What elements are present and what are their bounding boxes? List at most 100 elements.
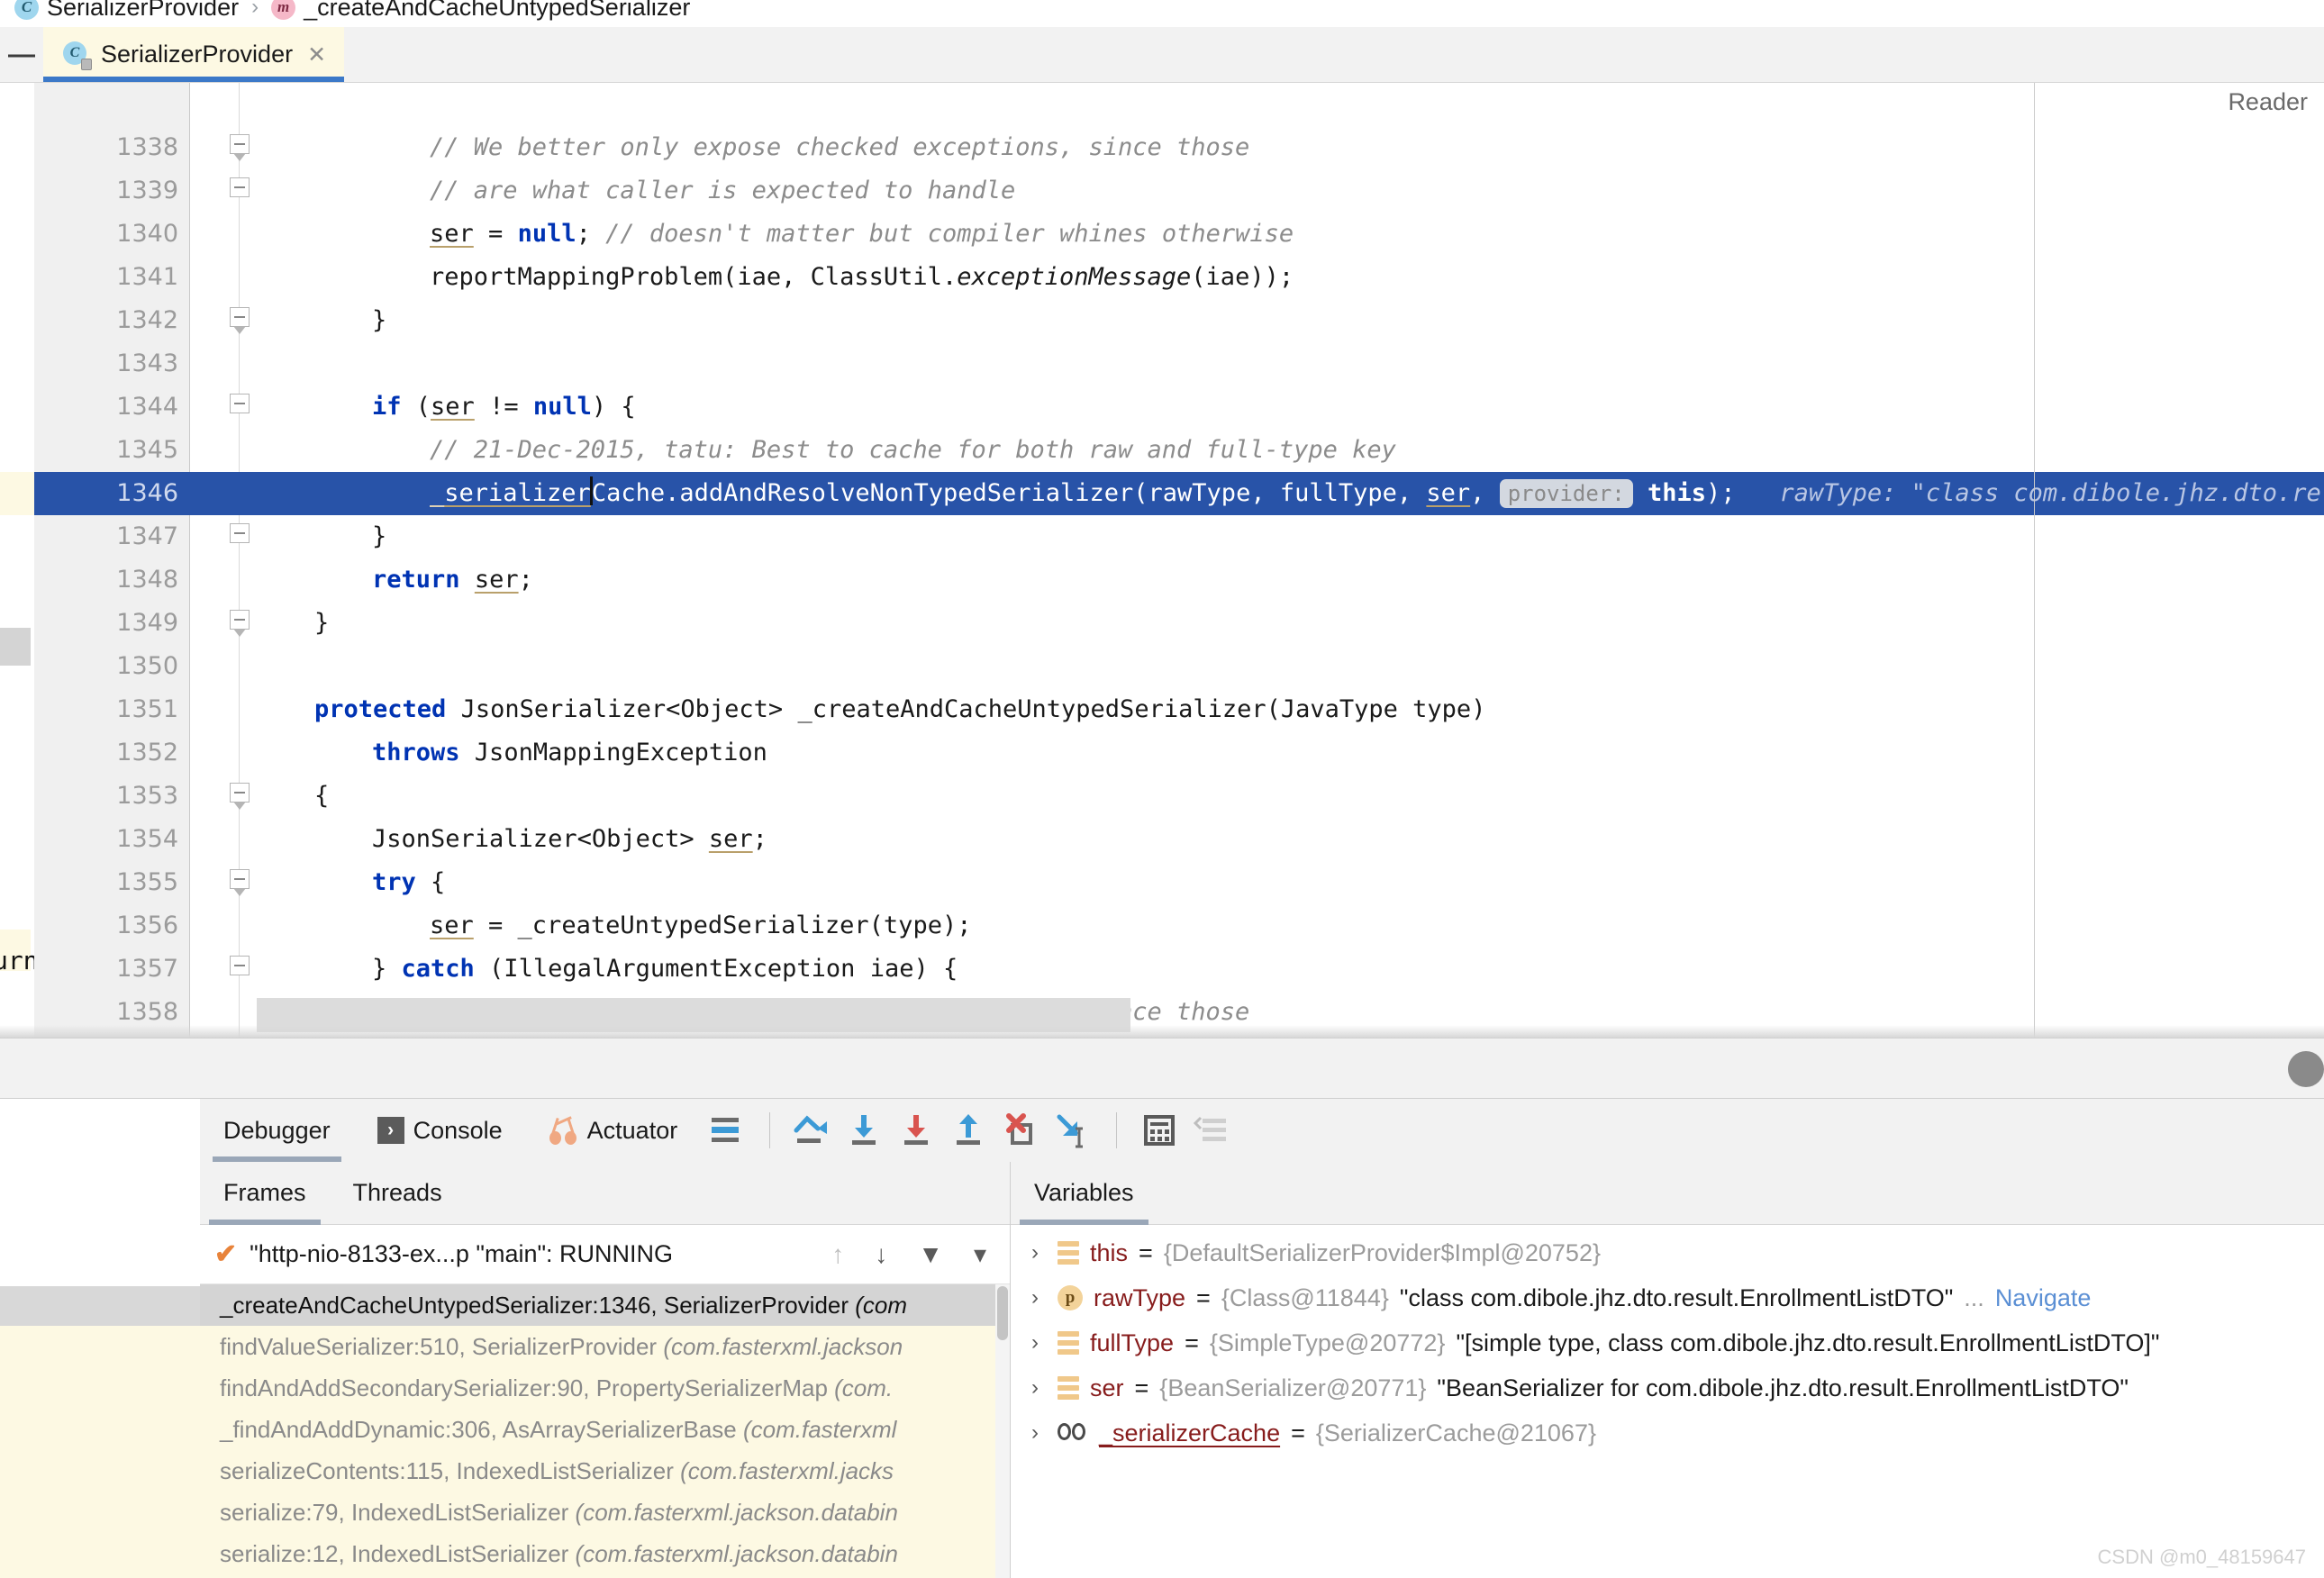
- field-icon: [1058, 1241, 1079, 1265]
- code-fold-icon[interactable]: [230, 610, 251, 637]
- frame-row-selected[interactable]: _createAndCacheUntypedSerializer:1346, S…: [200, 1284, 1010, 1326]
- code-line[interactable]: 1338// We better only expose checked exc…: [0, 126, 2324, 169]
- code-token: ) {: [592, 393, 636, 421]
- drop-frame-icon[interactable]: [995, 1104, 1048, 1156]
- code-line[interactable]: 1343: [0, 342, 2324, 385]
- clipped-chip-yellow: [0, 1326, 200, 1578]
- frame-row[interactable]: findValueSerializer:510, SerializerProvi…: [200, 1326, 1010, 1367]
- code-token: catch: [402, 955, 475, 983]
- code-line[interactable]: 1348return ser;: [0, 558, 2324, 602]
- code-line[interactable]: 1352throws JsonMappingException: [0, 731, 2324, 775]
- code-token: (: [402, 393, 431, 421]
- frame-method: _createAndCacheUntypedSerializer:1346, S…: [220, 1292, 855, 1319]
- class-icon: C: [63, 41, 90, 68]
- variable-ellipsis: ...: [1964, 1284, 1984, 1312]
- reader-mode-label[interactable]: Reader: [2228, 88, 2308, 116]
- frame-row[interactable]: _findAndAddDynamic:306, AsArraySerialize…: [200, 1409, 1010, 1450]
- frame-row[interactable]: serialize:12, IndexedListSerializer (com…: [200, 1533, 1010, 1574]
- variable-row[interactable]: ›fullType = {SimpleType@20772} "[simple …: [1011, 1320, 2324, 1365]
- thread-selector[interactable]: ✔ "http-nio-8133-ex...p "main": RUNNING …: [200, 1225, 1010, 1284]
- editor-tab-serializerprovider[interactable]: C SerializerProvider ✕: [43, 27, 344, 82]
- code-fold-icon[interactable]: [230, 307, 251, 334]
- breadcrumb-item-method[interactable]: m _createAndCacheUntypedSerializer: [271, 0, 690, 22]
- step-over-icon[interactable]: [786, 1104, 839, 1156]
- frame-package: (com.fasterxml.jackson: [663, 1333, 903, 1360]
- tab-variables[interactable]: Variables: [1011, 1162, 1157, 1225]
- frame-row[interactable]: findAndAddSecondarySerializer:90, Proper…: [200, 1367, 1010, 1409]
- force-step-into-icon[interactable]: [891, 1104, 943, 1156]
- code-line[interactable]: 1345// 21-Dec-2015, tatu: Best to cache …: [0, 429, 2324, 472]
- run-to-cursor-icon[interactable]: [1048, 1104, 1100, 1156]
- code-line[interactable]: 1344if (ser != null) {: [0, 385, 2324, 429]
- variable-row[interactable]: ›this = {DefaultSerializerProvider$Impl@…: [1011, 1230, 2324, 1275]
- actuator-icon: [549, 1116, 578, 1145]
- current-line-gutter-bar: [189, 472, 243, 515]
- tab-debugger[interactable]: Debugger: [200, 1099, 354, 1162]
- thread-label: "http-nio-8133-ex...p "main": RUNNING: [250, 1240, 810, 1268]
- code-line[interactable]: 1340ser = null; // doesn't matter but co…: [0, 213, 2324, 256]
- layout-settings-icon[interactable]: [701, 1104, 753, 1156]
- code-line-current[interactable]: 1346_serializerCache.addAndResolveNonTyp…: [0, 472, 2324, 515]
- filter-icon[interactable]: ▼: [909, 1240, 952, 1269]
- lock-badge-icon: [81, 59, 92, 70]
- code-token: JsonMappingException: [460, 739, 767, 766]
- variable-row[interactable]: ›ser = {BeanSerializer@20771} "BeanSeria…: [1011, 1365, 2324, 1410]
- code-line[interactable]: 1349}: [0, 602, 2324, 645]
- code-fold-icon[interactable]: [230, 394, 251, 421]
- sort-values-icon[interactable]: [1185, 1104, 1238, 1156]
- code-text: {: [314, 775, 329, 818]
- tab-actuator[interactable]: Actuator: [526, 1099, 702, 1162]
- code-line[interactable]: 1357} catch (IllegalArgumentException ia…: [0, 948, 2324, 991]
- editor-debug-splitter[interactable]: [0, 1038, 2324, 1099]
- navigate-link[interactable]: Navigate: [1995, 1284, 2092, 1312]
- code-fold-icon[interactable]: [230, 869, 251, 896]
- code-line[interactable]: 1347}: [0, 515, 2324, 558]
- code-line[interactable]: 1339// are what caller is expected to ha…: [0, 169, 2324, 213]
- code-token: throws: [372, 739, 460, 766]
- code-line[interactable]: 1356ser = _createUntypedSerializer(type)…: [0, 904, 2324, 948]
- variables-list[interactable]: ›this = {DefaultSerializerProvider$Impl@…: [1011, 1225, 2324, 1456]
- code-fold-icon[interactable]: [230, 134, 251, 161]
- frame-up-icon[interactable]: ↑: [822, 1240, 853, 1269]
- chevron-right-icon[interactable]: ›: [1023, 1285, 1047, 1310]
- collapse-icon[interactable]: —: [0, 27, 43, 82]
- chevron-right-icon[interactable]: ›: [1023, 1375, 1047, 1401]
- chevron-right-icon[interactable]: ›: [1023, 1330, 1047, 1356]
- step-out-icon[interactable]: [943, 1104, 995, 1156]
- code-line[interactable]: 1341reportMappingProblem(iae, ClassUtil.…: [0, 256, 2324, 299]
- code-fold-icon[interactable]: [230, 523, 251, 550]
- variable-row[interactable]: ›_serializerCache = {SerializerCache@210…: [1011, 1410, 2324, 1456]
- code-line[interactable]: 1354JsonSerializer<Object> ser;: [0, 818, 2324, 861]
- variable-row[interactable]: ›prawType = {Class@11844} "class com.dib…: [1011, 1275, 2324, 1320]
- chevron-down-icon[interactable]: ▾: [965, 1239, 995, 1269]
- evaluate-expression-icon[interactable]: [1133, 1104, 1185, 1156]
- chevron-right-icon[interactable]: ›: [1023, 1420, 1047, 1446]
- code-line[interactable]: 1355try {: [0, 861, 2324, 904]
- code-line[interactable]: [0, 83, 2324, 126]
- frame-row[interactable]: serializeContents:115, IndexedListSerial…: [200, 1450, 1010, 1492]
- chevron-right-icon[interactable]: ›: [1023, 1240, 1047, 1265]
- frame-row[interactable]: serialize:79, IndexedListSerializer (com…: [200, 1492, 1010, 1533]
- code-line[interactable]: 1342}: [0, 299, 2324, 342]
- code-line[interactable]: 1350: [0, 645, 2324, 688]
- frames-scrollbar-thumb[interactable]: [997, 1286, 1008, 1340]
- code-line[interactable]: 1351protected JsonSerializer<Object> _cr…: [0, 688, 2324, 731]
- code-line[interactable]: 1353{: [0, 775, 2324, 818]
- code-editor[interactable]: urn 1338// We better only expose checked…: [0, 83, 2324, 1038]
- code-lines[interactable]: 1338// We better only expose checked exc…: [0, 83, 2324, 1038]
- code-fold-icon[interactable]: [230, 783, 251, 810]
- frames-scrollbar[interactable]: [995, 1284, 1010, 1578]
- breadcrumb-item-class[interactable]: C SerializerProvider: [14, 0, 239, 22]
- code-token: JsonSerializer<Object>: [372, 825, 709, 853]
- step-into-icon[interactable]: [839, 1104, 891, 1156]
- tab-console[interactable]: › Console: [354, 1099, 526, 1162]
- code-fold-icon[interactable]: [230, 956, 251, 983]
- close-icon[interactable]: ✕: [304, 41, 326, 68]
- frames-list[interactable]: _createAndCacheUntypedSerializer:1346, S…: [200, 1284, 1010, 1578]
- tab-threads[interactable]: Threads: [330, 1162, 466, 1225]
- frame-down-icon[interactable]: ↓: [866, 1240, 896, 1269]
- tab-frames[interactable]: Frames: [200, 1162, 330, 1225]
- code-fold-icon[interactable]: [230, 177, 251, 204]
- collapse-circle-icon[interactable]: [2288, 1051, 2324, 1087]
- variable-name: _serializerCache: [1099, 1419, 1280, 1447]
